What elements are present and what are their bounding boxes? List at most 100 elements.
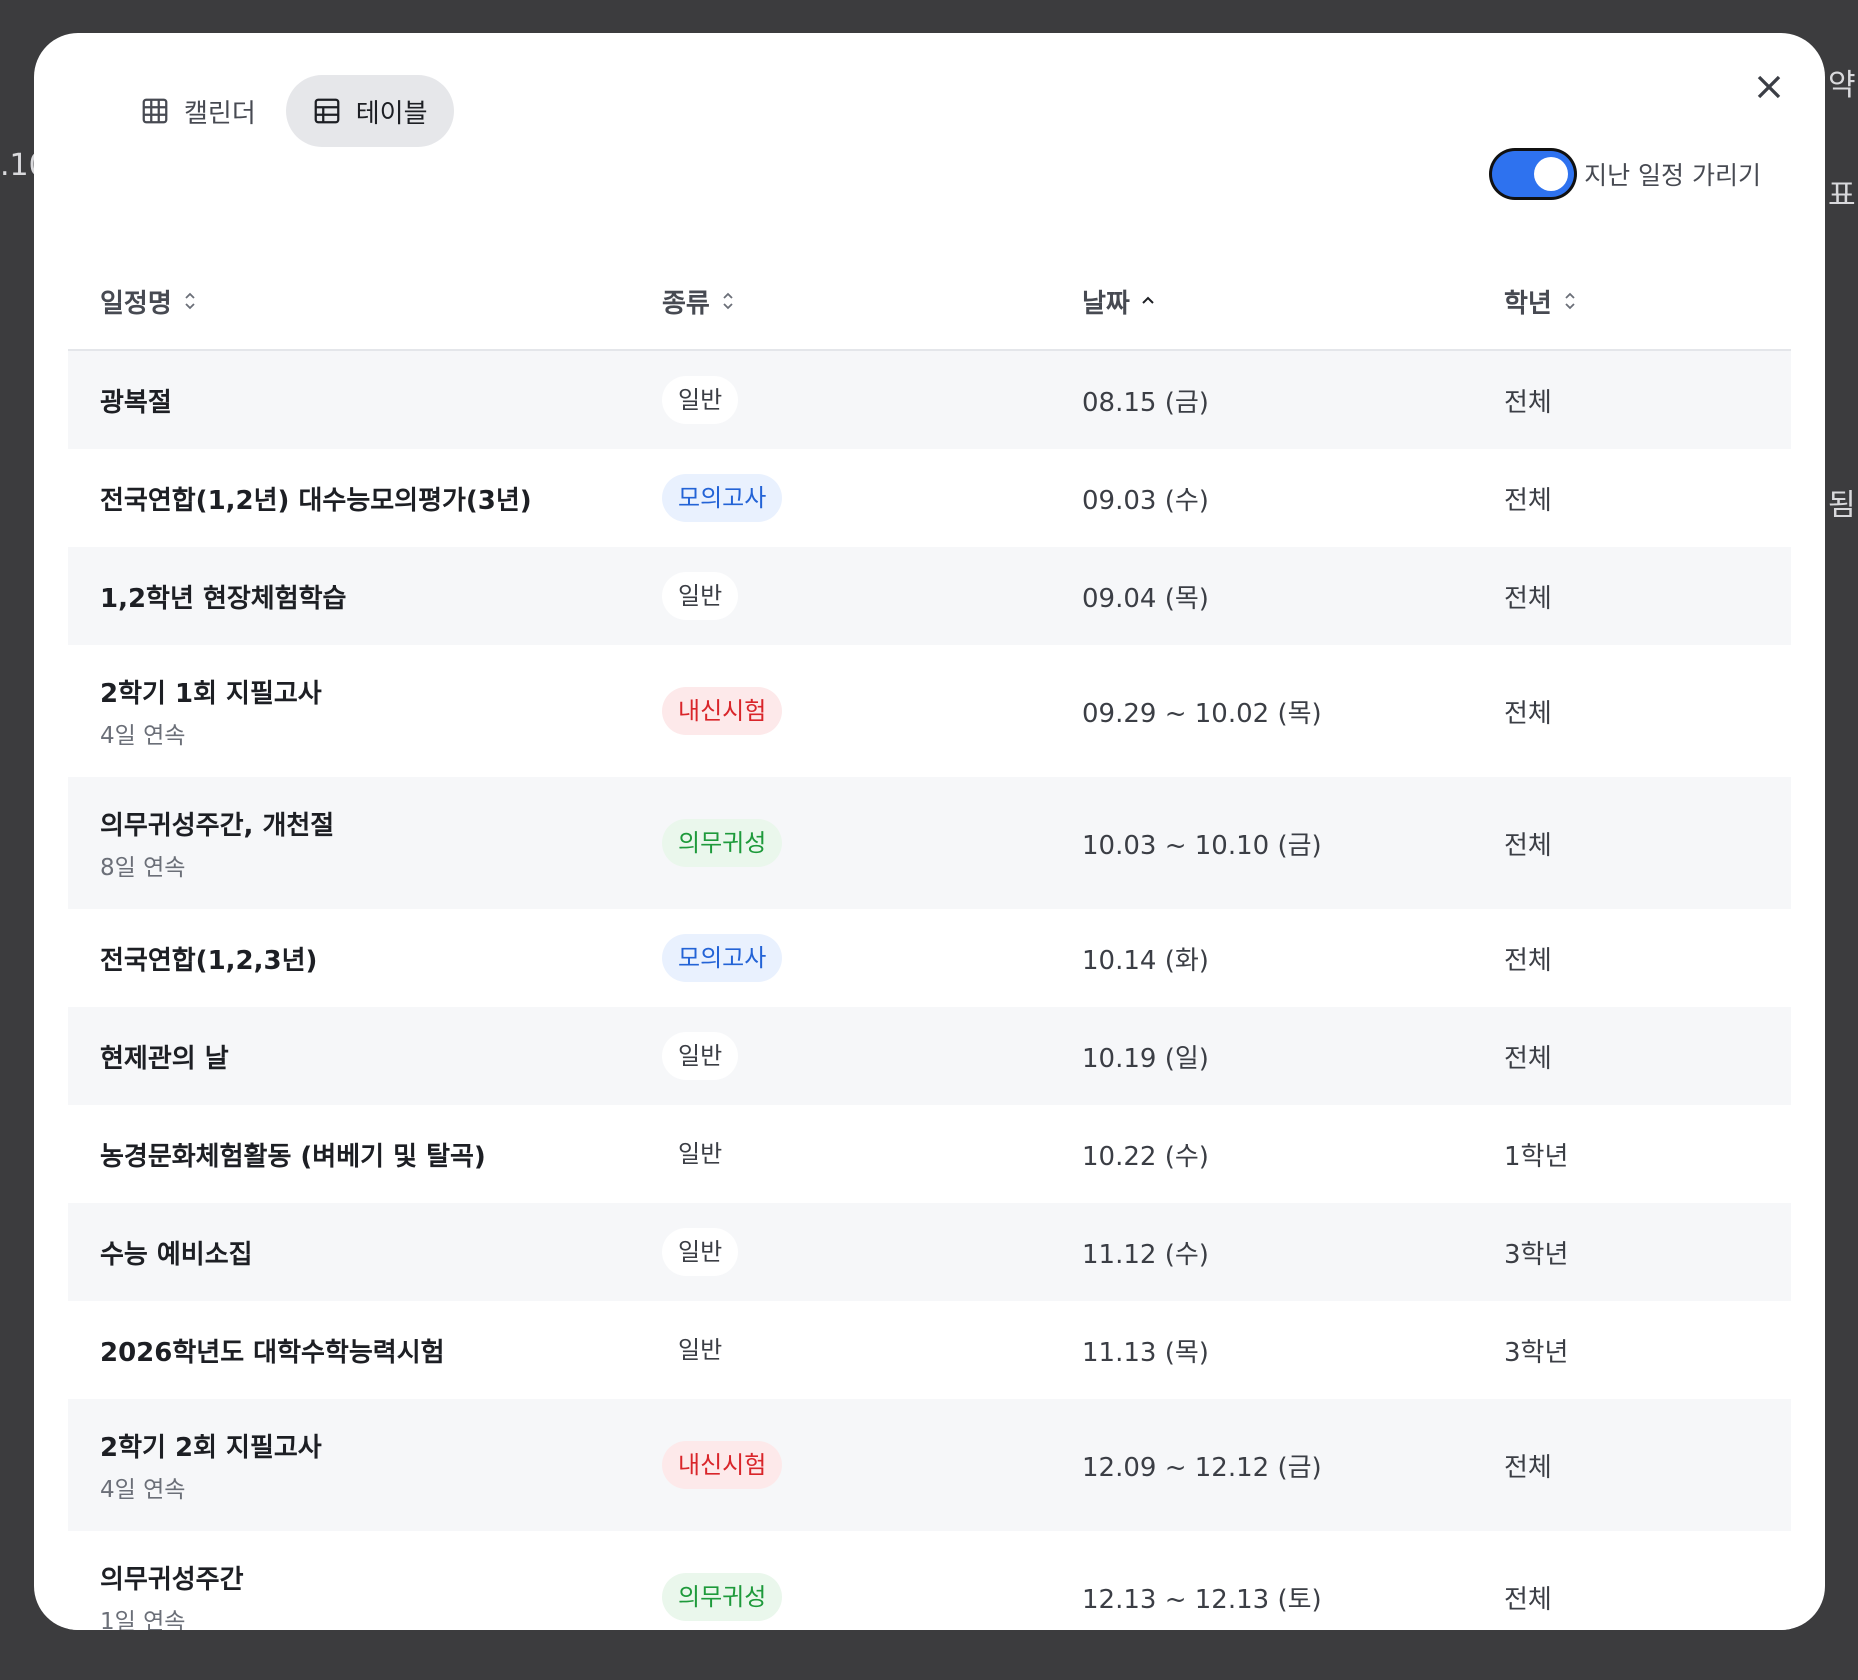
- event-name-cell: 2학기 1회 지필고사 4일 연속: [100, 673, 322, 750]
- background-fragment: 됨: [1828, 488, 1856, 523]
- event-grade: 전체: [1504, 485, 1552, 516]
- event-name: 의무귀성주간: [100, 1564, 244, 1595]
- event-type-cell: 일반: [662, 376, 739, 424]
- event-date: 11.12 (수): [1082, 1239, 1209, 1270]
- event-date: 08.15 (금): [1082, 387, 1209, 418]
- event-type-badge: 일반: [662, 1228, 739, 1276]
- event-name: 의무귀성주간, 개천절: [100, 810, 335, 841]
- event-name: 현제관의 날: [100, 1043, 229, 1074]
- event-type-badge: 모의고사: [662, 934, 783, 982]
- sort-icon: [723, 292, 733, 310]
- table-row[interactable]: 2학기 1회 지필고사 4일 연속 내신시험 09.29 ~ 10.02 (목) 전체: [68, 645, 1791, 777]
- column-header-grade[interactable]: 학년: [1504, 283, 1580, 320]
- table-row[interactable]: 1,2학년 현장체험학습 일반 09.04 (목) 전체: [68, 547, 1791, 645]
- event-grade: 전체: [1504, 387, 1552, 418]
- event-name: 2026학년도 대학수학능력시험: [100, 1337, 445, 1368]
- event-type-badge: 내신시험: [662, 1441, 783, 1489]
- event-date: 10.22 (수): [1082, 1141, 1209, 1172]
- event-name-cell: 1,2학년 현장체험학습: [100, 578, 346, 615]
- event-type-badge: 내신시험: [662, 687, 783, 735]
- event-name: 전국연합(1,2,3년): [100, 945, 318, 976]
- event-date: 12.09 ~ 12.12 (금): [1082, 1452, 1322, 1483]
- table-row[interactable]: 광복절 일반 08.15 (금) 전체: [68, 351, 1791, 449]
- view-toggle: 캘린더 테이블: [114, 75, 454, 147]
- table-icon: [314, 98, 340, 124]
- event-date: 09.04 (목): [1082, 583, 1209, 614]
- event-grade: 전체: [1504, 1452, 1552, 1483]
- event-name-cell: 광복절: [100, 382, 172, 419]
- event-date: 10.19 (일): [1082, 1043, 1209, 1074]
- table-view-button[interactable]: 테이블: [285, 75, 454, 147]
- hide-past-control: 지난 일정 가리기: [1492, 151, 1761, 197]
- event-type-cell: 의무귀성: [662, 819, 783, 867]
- event-type-badge: 일반: [662, 1032, 739, 1080]
- hide-past-toggle[interactable]: [1492, 151, 1575, 197]
- sort-icon: [1565, 292, 1575, 310]
- event-grade: 3학년: [1504, 1337, 1569, 1368]
- event-date: 11.13 (목): [1082, 1337, 1209, 1368]
- event-name: 수능 예비소집: [100, 1239, 253, 1270]
- event-grade: 1학년: [1504, 1141, 1569, 1172]
- event-grade: 전체: [1504, 1043, 1552, 1074]
- event-type-cell: 일반: [662, 1032, 739, 1080]
- event-date: 10.03 ~ 10.10 (금): [1082, 830, 1322, 861]
- event-type-badge: 일반: [662, 572, 739, 620]
- event-grade: 3학년: [1504, 1239, 1569, 1270]
- event-name-cell: 전국연합(1,2년) 대수능모의평가(3년): [100, 480, 532, 517]
- table-row[interactable]: 의무귀성주간, 개천절 8일 연속 의무귀성 10.03 ~ 10.10 (금) 전체: [68, 777, 1791, 909]
- event-grade: 전체: [1504, 945, 1552, 976]
- event-grade: 전체: [1504, 583, 1552, 614]
- close-icon[interactable]: [1749, 67, 1789, 107]
- table-row[interactable]: 2026학년도 대학수학능력시험 일반 11.13 (목) 3학년: [68, 1301, 1791, 1399]
- event-type-cell: 내신시험: [662, 687, 783, 735]
- event-name-cell: 의무귀성주간, 개천절 8일 연속: [100, 805, 334, 882]
- event-date: 12.13 ~ 12.13 (토): [1082, 1584, 1322, 1615]
- event-grade: 전체: [1504, 1584, 1552, 1615]
- table-header: 일정명 종류 날짜 학년: [68, 253, 1791, 351]
- table-row[interactable]: 의무귀성주간 1일 연속 의무귀성 12.13 ~ 12.13 (토) 전체: [68, 1531, 1791, 1630]
- event-name-cell: 수능 예비소집: [100, 1234, 253, 1271]
- event-duration: 4일 연속: [100, 1476, 186, 1503]
- event-type-cell: 의무귀성: [662, 1573, 783, 1621]
- event-name-cell: 2026학년도 대학수학능력시험: [100, 1332, 445, 1369]
- event-duration: 8일 연속: [100, 854, 186, 881]
- event-type-badge: 일반: [662, 376, 739, 424]
- event-type-cell: 일반: [662, 1228, 739, 1276]
- schedule-modal: 캘린더 테이블 지난 일정 가리기 일정명 종류 날짜 학년 광복절 일반 08…: [34, 33, 1825, 1630]
- event-name: 2학기 2회 지필고사: [100, 1432, 322, 1463]
- event-name-cell: 전국연합(1,2,3년): [100, 940, 317, 977]
- hide-past-label: 지난 일정 가리기: [1584, 161, 1761, 190]
- table-row[interactable]: 전국연합(1,2년) 대수능모의평가(3년) 모의고사 09.03 (수) 전체: [68, 449, 1791, 547]
- event-name: 1,2학년 현장체험학습: [100, 583, 347, 614]
- event-duration: 1일 연속: [100, 1608, 186, 1631]
- event-name-cell: 의무귀성주간 1일 연속: [100, 1559, 244, 1631]
- event-grade: 전체: [1504, 698, 1552, 729]
- table-row[interactable]: 농경문화체험활동 (벼베기 및 탈곡) 일반 10.22 (수) 1학년: [68, 1105, 1791, 1203]
- column-header-date[interactable]: 날짜: [1082, 283, 1158, 320]
- table-row[interactable]: 수능 예비소집 일반 11.12 (수) 3학년: [68, 1203, 1791, 1301]
- column-header-name[interactable]: 일정명: [100, 283, 200, 320]
- column-header-type[interactable]: 종류: [662, 283, 738, 320]
- table-row[interactable]: 현제관의 날 일반 10.19 (일) 전체: [68, 1007, 1791, 1105]
- event-type-badge: 일반: [678, 1140, 723, 1168]
- event-name-cell: 2학기 2회 지필고사 4일 연속: [100, 1427, 322, 1504]
- background-fragment: 표: [1828, 178, 1856, 213]
- event-type-cell: 일반: [662, 572, 739, 620]
- table-body: 광복절 일반 08.15 (금) 전체 전국연합(1,2년) 대수능모의평가(3년) 모의…: [68, 351, 1791, 1630]
- calendar-view-button[interactable]: 캘린더: [114, 75, 282, 147]
- event-type-cell: 일반: [662, 1326, 738, 1374]
- table-row[interactable]: 2학기 2회 지필고사 4일 연속 내신시험 12.09 ~ 12.12 (금) 전체: [68, 1399, 1791, 1531]
- event-name-cell: 농경문화체험활동 (벼베기 및 탈곡): [100, 1136, 486, 1173]
- event-type-badge: 모의고사: [662, 474, 783, 522]
- event-type-cell: 일반: [662, 1130, 738, 1178]
- event-type-cell: 내신시험: [662, 1441, 783, 1489]
- calendar-view-label: 캘린더: [184, 98, 256, 129]
- background-fragment: 약: [1828, 68, 1856, 103]
- schedule-table: 일정명 종류 날짜 학년 광복절 일반 08.15 (금) 전체 전국연합(1,2년) …: [68, 253, 1791, 1630]
- table-row[interactable]: 전국연합(1,2,3년) 모의고사 10.14 (화) 전체: [68, 909, 1791, 1007]
- event-name: 2학기 1회 지필고사: [100, 678, 322, 709]
- event-date: 10.14 (화): [1082, 945, 1209, 976]
- event-date: 09.29 ~ 10.02 (목): [1082, 698, 1322, 729]
- event-duration: 4일 연속: [100, 722, 186, 749]
- grid-icon: [142, 98, 168, 124]
